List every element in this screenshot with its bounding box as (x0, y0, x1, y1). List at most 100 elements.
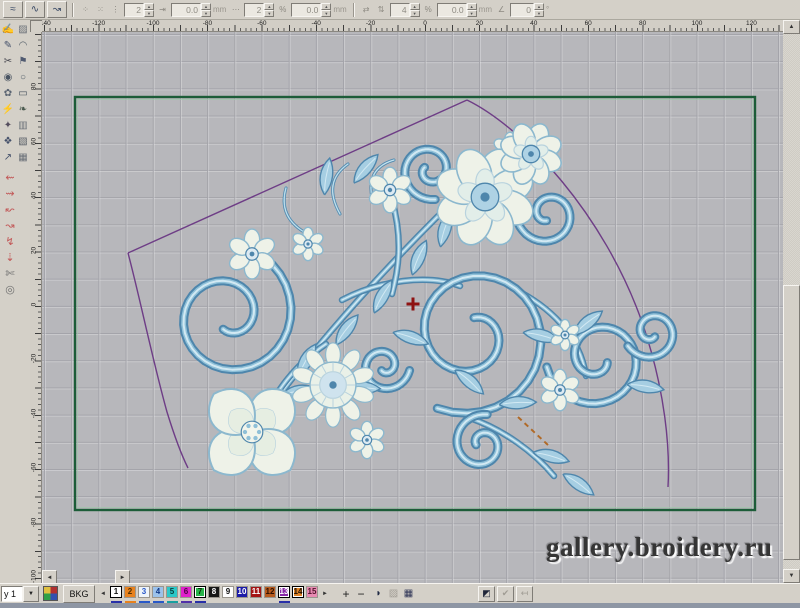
color-chip[interactable]: 14 (292, 585, 304, 598)
spin-up-icon[interactable]: ▲ (321, 2, 332, 10)
palette-color-12[interactable]: 12 (264, 584, 278, 604)
palette-color-13[interactable]: 13 (278, 584, 292, 604)
run-stitch-tool[interactable]: ≈ (3, 1, 23, 18)
scroll-up-icon[interactable]: ▲ (783, 20, 800, 34)
hatch-tool[interactable]: ▨ (16, 22, 30, 37)
combo-dropdown-icon[interactable]: ▼ (23, 585, 39, 602)
vertical-scrollbar[interactable]: ▲ ▼ (783, 20, 800, 583)
palette-scroll-right-icon[interactable]: ► (321, 587, 329, 600)
shape-tool[interactable]: ❖ (1, 134, 15, 149)
color-chip[interactable]: 10 (236, 585, 248, 598)
comp-field[interactable]: 0.0 ▲ ▼ (436, 2, 477, 17)
color-chip[interactable]: 4 (152, 585, 164, 598)
width-field-value[interactable]: 0.0 (291, 2, 322, 17)
density-field-value[interactable]: 2 (124, 2, 144, 17)
palette-color-4[interactable]: 4 (152, 584, 166, 604)
palette-color-14[interactable]: 14 (292, 584, 306, 604)
spin-up-icon[interactable]: ▲ (466, 2, 477, 10)
hscroll-right-button[interactable]: ► (115, 570, 130, 583)
curve-stitch-tool[interactable]: ↝ (47, 1, 67, 18)
spin-down-icon[interactable]: ▼ (466, 9, 477, 17)
pull-field-value[interactable]: 4 (389, 2, 410, 17)
cut-tool[interactable]: ✄ (3, 267, 17, 280)
palette-scroll-left-icon[interactable]: ◄ (99, 587, 107, 600)
leaf-tool[interactable]: ❧ (16, 102, 30, 117)
stitch-edit-tool-3[interactable]: ↜ (3, 203, 17, 216)
pull-field[interactable]: 4 ▲ ▼ (389, 2, 420, 17)
redraw-icon[interactable]: ◩ (478, 585, 495, 602)
color-chip[interactable]: 13 (278, 585, 290, 598)
zoom-out-button[interactable]: − (355, 587, 367, 601)
check-icon[interactable]: ✔ (497, 585, 514, 602)
spin-down-icon[interactable]: ▼ (321, 9, 332, 17)
color-chip[interactable]: 8 (208, 585, 220, 598)
angle-field-value[interactable]: 0 (509, 2, 534, 17)
stitch-edit-tool-4[interactable]: ↝ (3, 219, 17, 232)
color-chip[interactable]: 6 (180, 585, 192, 598)
comp-field-value[interactable]: 0.0 (436, 2, 467, 17)
palette-color-7[interactable]: 7 (194, 584, 208, 604)
texture-tool[interactable]: ▧ (16, 134, 30, 149)
density-field-spinner[interactable]: ▲ ▼ (144, 2, 154, 17)
pattern-tool[interactable]: ▦ (16, 150, 30, 165)
design-canvas[interactable]: ◄ ► gallery.broidery.ru (42, 32, 783, 583)
back-icon[interactable]: ↤ (516, 585, 533, 602)
eye-tool[interactable]: ◉ (1, 70, 15, 85)
palette-color-9[interactable]: 9 (222, 584, 236, 604)
density-field[interactable]: 2 ▲ ▼ (124, 2, 154, 17)
color-chip[interactable]: 11 (250, 585, 262, 598)
hscroll-left-button[interactable]: ◄ (42, 570, 57, 583)
vscroll-thumb[interactable] (783, 285, 800, 560)
palette-color-5[interactable]: 5 (166, 584, 180, 604)
slash-tool-icon[interactable]: ▨ (386, 587, 401, 601)
color-chip[interactable]: 2 (124, 585, 136, 598)
spin-up-icon[interactable]: ▲ (409, 2, 420, 10)
color-chip[interactable]: 7 (194, 585, 206, 598)
select-tool[interactable]: ✍ (1, 22, 15, 37)
length-field[interactable]: 0.0 ▲ ▼ (171, 2, 211, 17)
design-colors-icon[interactable] (43, 586, 58, 601)
color-chip[interactable]: 3 (138, 585, 150, 598)
zoom-in-button[interactable]: + (340, 587, 352, 601)
color-chip[interactable]: 15 (306, 585, 318, 598)
background-button[interactable]: BKG (63, 584, 95, 603)
layer-combo-value[interactable]: y 1 (1, 585, 23, 602)
step-field[interactable]: 2 ▲ ▼ (244, 2, 275, 17)
color-chip[interactable]: 12 (264, 585, 276, 598)
step-field-value[interactable]: 2 (244, 2, 265, 17)
zigzag-tool[interactable]: ⚡ (1, 102, 15, 117)
grid-view-icon[interactable]: ▦ (401, 587, 416, 601)
arc-tool[interactable]: ◠ (16, 38, 30, 53)
angle-field[interactable]: 0 ▲ ▼ (509, 2, 544, 17)
palette-color-11[interactable]: 11 (250, 584, 264, 604)
pan-tool-icon[interactable]: ◗ (371, 587, 386, 601)
color-chip[interactable]: 9 (222, 585, 234, 598)
palette-color-3[interactable]: 3 (138, 584, 152, 604)
star-tool[interactable]: ✦ (1, 118, 15, 133)
columns-tool[interactable]: ▥ (16, 118, 30, 133)
arrow-tool[interactable]: ↗ (1, 150, 15, 165)
angle-field-spinner[interactable]: ▲ ▼ (533, 2, 544, 17)
stitch-edit-tool-1[interactable]: ⇜ (3, 171, 17, 184)
pen-tool[interactable]: ✎ (1, 38, 15, 53)
scissors-tool[interactable]: ✂ (1, 54, 15, 69)
spin-up-icon[interactable]: ▲ (144, 2, 154, 10)
scroll-down-icon[interactable]: ▼ (783, 569, 800, 583)
spin-down-icon[interactable]: ▼ (264, 9, 275, 17)
spin-down-icon[interactable]: ▼ (409, 9, 420, 17)
pull-field-spinner[interactable]: ▲ ▼ (409, 2, 420, 17)
stitch-edit-tool-5[interactable]: ↯ (3, 235, 17, 248)
palette-color-1[interactable]: 1 (110, 584, 124, 604)
palette-color-10[interactable]: 10 (236, 584, 250, 604)
palette-color-6[interactable]: 6 (180, 584, 194, 604)
spin-up-icon[interactable]: ▲ (264, 2, 275, 10)
spin-down-icon[interactable]: ▼ (201, 9, 211, 17)
flower-tool[interactable]: ✿ (1, 86, 15, 101)
color-chip[interactable]: 1 (110, 585, 122, 598)
rect-tool[interactable]: ▭ (16, 86, 30, 101)
layer-combobox[interactable]: y 1 ▼ (1, 585, 39, 602)
spin-up-icon[interactable]: ▲ (201, 2, 211, 10)
target-tool[interactable]: ◎ (3, 283, 17, 296)
palette-color-8[interactable]: 8 (208, 584, 222, 604)
spin-down-icon[interactable]: ▼ (533, 9, 544, 17)
